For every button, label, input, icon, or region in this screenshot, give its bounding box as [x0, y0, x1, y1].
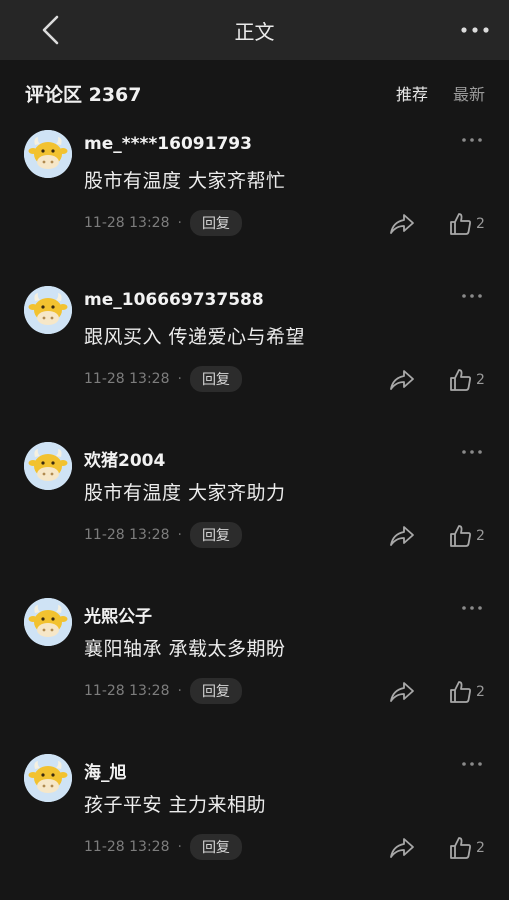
reply-button[interactable]: 回复: [189, 834, 242, 860]
avatar[interactable]: [24, 598, 72, 646]
comment-meta: 11-28 13:28 · 回复: [84, 210, 242, 236]
thumbs-up-icon: [450, 681, 471, 703]
cow-avatar-icon: [24, 754, 72, 802]
comment-item: me_****16091793 股市有温度 大家齐帮忙 11-28 13:28 …: [0, 126, 509, 276]
comment-text: 股市有温度 大家齐助力: [84, 482, 286, 504]
comment-timestamp: 11-28 13:28: [84, 371, 170, 387]
reply-button[interactable]: 回复: [189, 210, 242, 236]
more-button[interactable]: [455, 10, 495, 50]
share-icon: [390, 370, 414, 390]
separator-dot: ·: [177, 215, 182, 231]
separator-dot: ·: [177, 683, 182, 699]
comment-meta: 11-28 13:28 · 回复: [84, 834, 242, 860]
reply-button[interactable]: 回复: [189, 678, 242, 704]
avatar[interactable]: [24, 754, 72, 802]
comment-meta: 11-28 13:28 · 回复: [84, 522, 242, 548]
comment-more-button[interactable]: [457, 284, 487, 308]
thumbs-up-icon: [450, 369, 471, 391]
comment-item: me_106669737588 跟风买入 传递爱心与希望 11-28 13:28…: [0, 282, 509, 432]
comment-username[interactable]: 欢猪2004: [84, 446, 165, 471]
share-button[interactable]: [388, 835, 416, 861]
share-icon: [390, 214, 414, 234]
separator-dot: ·: [177, 371, 182, 387]
separator-dot: ·: [177, 527, 182, 543]
comment-username[interactable]: 光熙公子: [84, 602, 152, 627]
comment-meta: 11-28 13:28 · 回复: [84, 678, 242, 704]
like-count: 2: [476, 684, 485, 700]
comment-text: 股市有温度 大家齐帮忙: [84, 170, 286, 192]
share-icon: [390, 838, 414, 858]
comment-text: 孩子平安 主力来相助: [84, 794, 267, 816]
comment-timestamp: 11-28 13:28: [84, 215, 170, 231]
page-title: 正文: [234, 19, 275, 44]
cow-avatar-icon: [24, 598, 72, 646]
like-count: 2: [476, 216, 485, 232]
more-horizontal-icon: [462, 138, 482, 142]
thumbs-up-icon: [450, 213, 471, 235]
back-button[interactable]: [30, 10, 70, 50]
more-horizontal-icon: [462, 294, 482, 298]
reply-button[interactable]: 回复: [189, 366, 242, 392]
comment-item: 欢猪2004 股市有温度 大家齐助力 11-28 13:28 · 回复 2: [0, 438, 509, 588]
comment-meta: 11-28 13:28 · 回复: [84, 366, 242, 392]
share-button[interactable]: [388, 211, 416, 237]
like-button[interactable]: 2: [448, 835, 485, 861]
cow-avatar-icon: [24, 286, 72, 334]
more-horizontal-icon: [461, 27, 489, 33]
sort-newest-tab[interactable]: 最新: [453, 81, 485, 105]
share-button[interactable]: [388, 367, 416, 393]
comment-item: 光熙公子 襄阳轴承 承载太多期盼 11-28 13:28 · 回复 2: [0, 594, 509, 744]
comment-username[interactable]: me_106669737588: [84, 290, 264, 310]
comment-text: 跟风买入 传递爱心与希望: [84, 326, 306, 348]
comment-timestamp: 11-28 13:28: [84, 683, 170, 699]
avatar[interactable]: [24, 286, 72, 334]
share-icon: [390, 526, 414, 546]
more-horizontal-icon: [462, 450, 482, 454]
share-button[interactable]: [388, 523, 416, 549]
comment-text: 襄阳轴承 承载太多期盼: [84, 638, 286, 660]
like-count: 2: [476, 840, 485, 856]
thumbs-up-icon: [450, 837, 471, 859]
more-horizontal-icon: [462, 762, 482, 766]
comment-more-button[interactable]: [457, 752, 487, 776]
thumbs-up-icon: [450, 525, 471, 547]
like-count: 2: [476, 528, 485, 544]
chevron-left-icon: [42, 15, 59, 45]
comment-username[interactable]: 海_旭: [84, 758, 127, 783]
like-button[interactable]: 2: [448, 679, 485, 705]
like-button[interactable]: 2: [448, 523, 485, 549]
like-button[interactable]: 2: [448, 367, 485, 393]
like-button[interactable]: 2: [448, 211, 485, 237]
avatar[interactable]: [24, 442, 72, 490]
top-bar: 正文: [0, 0, 509, 60]
comment-more-button[interactable]: [457, 596, 487, 620]
comment-more-button[interactable]: [457, 440, 487, 464]
avatar[interactable]: [24, 130, 72, 178]
sort-recommend-tab[interactable]: 推荐: [396, 81, 428, 105]
share-icon: [390, 682, 414, 702]
comment-timestamp: 11-28 13:28: [84, 839, 170, 855]
comments-count-label: 评论区 2367: [25, 84, 142, 106]
cow-avatar-icon: [24, 442, 72, 490]
more-horizontal-icon: [462, 606, 482, 610]
reply-button[interactable]: 回复: [189, 522, 242, 548]
comment-username[interactable]: me_****16091793: [84, 134, 252, 154]
like-count: 2: [476, 372, 485, 388]
comment-item: 海_旭 孩子平安 主力来相助 11-28 13:28 · 回复 2: [0, 750, 509, 900]
separator-dot: ·: [177, 839, 182, 855]
comment-more-button[interactable]: [457, 128, 487, 152]
cow-avatar-icon: [24, 130, 72, 178]
comments-header: 评论区 2367 推荐 最新: [0, 60, 509, 122]
share-button[interactable]: [388, 679, 416, 705]
comment-timestamp: 11-28 13:28: [84, 527, 170, 543]
